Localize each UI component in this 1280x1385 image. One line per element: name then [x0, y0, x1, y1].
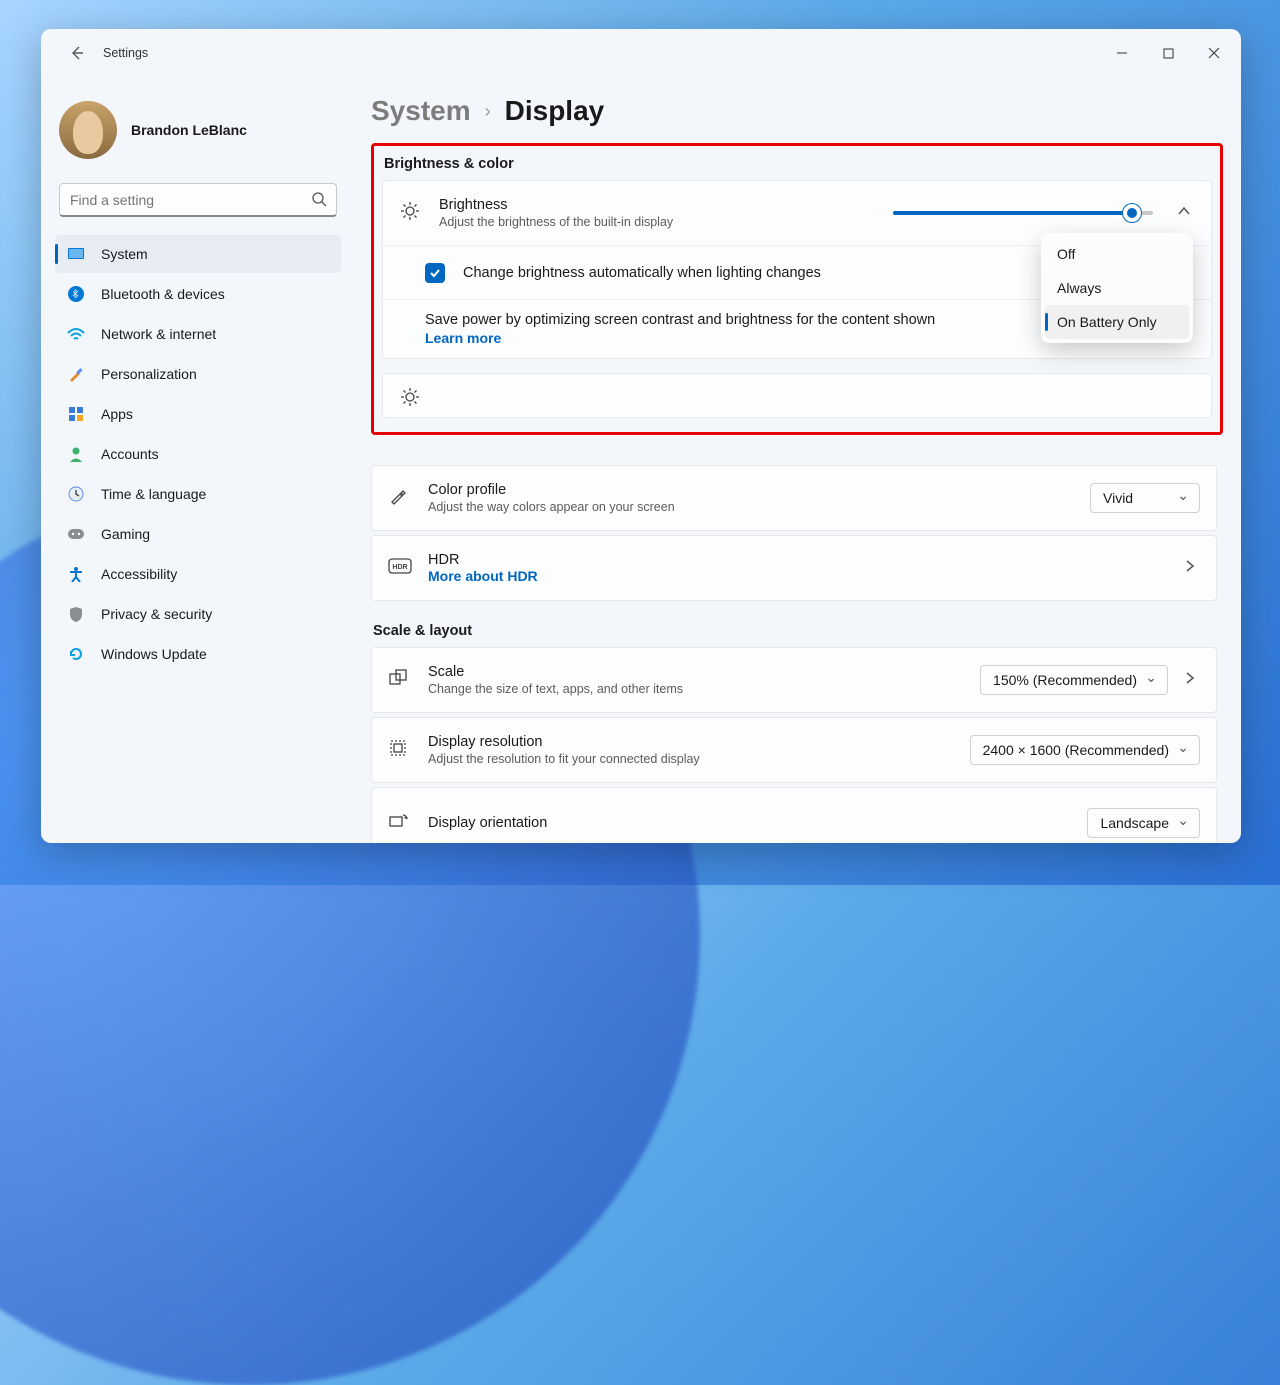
sun-icon: [399, 200, 421, 227]
chevron-right-icon: ›: [485, 101, 491, 122]
breadcrumb-current: Display: [505, 95, 605, 127]
color-profile-select[interactable]: Vivid: [1090, 483, 1200, 513]
sidebar-item-label: Windows Update: [101, 646, 207, 662]
hdr-card[interactable]: HDR HDR More about HDR: [371, 535, 1217, 601]
sidebar-item-accessibility[interactable]: Accessibility: [55, 555, 341, 593]
color-profile-sub: Adjust the way colors appear on your scr…: [428, 500, 1072, 514]
main-content: System › Display Brightness & color Brig…: [351, 77, 1241, 843]
color-profile-title: Color profile: [428, 482, 1072, 498]
dropdown-item-always[interactable]: Always: [1045, 271, 1189, 305]
brush-icon: [67, 365, 85, 383]
slider-thumb[interactable]: [1123, 204, 1141, 222]
sidebar-item-network[interactable]: Network & internet: [55, 315, 341, 353]
hdr-link[interactable]: More about HDR: [428, 568, 1162, 584]
settings-window: Settings Brandon LeBlanc System: [41, 29, 1241, 843]
sidebar-item-gaming[interactable]: Gaming: [55, 515, 341, 553]
sidebar-item-label: Personalization: [101, 366, 197, 382]
sidebar-item-label: Gaming: [101, 526, 150, 542]
resolution-sub: Adjust the resolution to fit your connec…: [428, 752, 952, 766]
orientation-select[interactable]: Landscape: [1087, 808, 1200, 838]
color-profile-card: Color profile Adjust the way colors appe…: [371, 465, 1217, 531]
back-button[interactable]: [57, 33, 97, 73]
sidebar-item-apps[interactable]: Apps: [55, 395, 341, 433]
sidebar-item-bluetooth[interactable]: Bluetooth & devices: [55, 275, 341, 313]
sidebar-item-label: System: [101, 246, 148, 262]
hdr-title: HDR: [428, 552, 1162, 568]
update-icon: [67, 645, 85, 663]
chevron-right-icon[interactable]: [1180, 667, 1200, 693]
breadcrumb-parent[interactable]: System: [371, 95, 471, 127]
search-icon: [311, 191, 327, 212]
sidebar-item-label: Accounts: [101, 446, 159, 462]
resolution-icon: [388, 738, 410, 763]
close-button[interactable]: [1191, 37, 1237, 69]
sidebar-item-system[interactable]: System: [55, 235, 341, 273]
dropdown-item-off[interactable]: Off: [1045, 237, 1189, 271]
accessibility-icon: [67, 565, 85, 583]
brightness-title: Brightness: [439, 197, 875, 213]
content-adaptive-dropdown: Off Always On Battery Only: [1041, 233, 1193, 343]
auto-brightness-checkbox[interactable]: [425, 263, 445, 283]
sidebar-item-label: Accessibility: [101, 566, 177, 582]
section-title-scale: Scale & layout: [373, 623, 1217, 639]
brightness-card: Brightness Adjust the brightness of the …: [382, 180, 1212, 359]
scale-title: Scale: [428, 664, 962, 680]
titlebar: Settings: [41, 29, 1241, 77]
scale-icon: [388, 668, 410, 693]
search-wrap: [59, 183, 337, 217]
sidebar-item-update[interactable]: Windows Update: [55, 635, 341, 673]
clock-icon: [67, 485, 85, 503]
sidebar-item-time-language[interactable]: Time & language: [55, 475, 341, 513]
orientation-card: Display orientation Landscape: [371, 787, 1217, 843]
system-icon: [67, 245, 85, 263]
scale-select[interactable]: 150% (Recommended): [980, 665, 1168, 695]
orientation-icon: [388, 813, 410, 834]
eyedropper-icon: [388, 486, 410, 511]
back-arrow-icon: [69, 45, 85, 61]
resolution-select[interactable]: 2400 × 1600 (Recommended): [970, 735, 1200, 765]
profile-name: Brandon LeBlanc: [131, 122, 247, 138]
highlighted-region: Brightness & color Brightness Adjust the…: [371, 143, 1223, 435]
search-input[interactable]: [59, 183, 337, 217]
avatar: [59, 101, 117, 159]
hdr-icon: HDR: [388, 558, 410, 579]
scale-sub: Change the size of text, apps, and other…: [428, 682, 962, 696]
night-light-card-partial[interactable]: [382, 373, 1212, 418]
svg-text:HDR: HDR: [392, 564, 407, 571]
app-title: Settings: [103, 46, 148, 60]
orientation-title: Display orientation: [428, 815, 1069, 831]
profile[interactable]: Brandon LeBlanc: [55, 85, 341, 177]
breadcrumb: System › Display: [371, 87, 1217, 143]
sidebar-item-label: Privacy & security: [101, 606, 212, 622]
sidebar-item-accounts[interactable]: Accounts: [55, 435, 341, 473]
scale-card: Scale Change the size of text, apps, and…: [371, 647, 1217, 713]
window-controls: [1099, 37, 1237, 69]
brightness-slider[interactable]: [893, 211, 1153, 215]
shield-icon: [67, 605, 85, 623]
section-title-brightness: Brightness & color: [384, 156, 1212, 172]
sidebar-item-label: Network & internet: [101, 326, 216, 342]
resolution-title: Display resolution: [428, 734, 952, 750]
maximize-button[interactable]: [1145, 37, 1191, 69]
sidebar-item-label: Bluetooth & devices: [101, 286, 225, 302]
sidebar-item-label: Apps: [101, 406, 133, 422]
apps-icon: [67, 405, 85, 423]
accounts-icon: [67, 445, 85, 463]
sidebar-item-personalization[interactable]: Personalization: [55, 355, 341, 393]
wifi-icon: [67, 325, 85, 343]
sidebar-item-label: Time & language: [101, 486, 206, 502]
sidebar-item-privacy[interactable]: Privacy & security: [55, 595, 341, 633]
bluetooth-icon: [67, 285, 85, 303]
dropdown-item-on-battery[interactable]: On Battery Only: [1045, 305, 1189, 339]
chevron-up-icon[interactable]: [1173, 200, 1195, 227]
minimize-button[interactable]: [1099, 37, 1145, 69]
resolution-card: Display resolution Adjust the resolution…: [371, 717, 1217, 783]
gaming-icon: [67, 525, 85, 543]
slider-fill: [893, 211, 1132, 215]
sidebar: Brandon LeBlanc System Bluetooth & devic…: [41, 77, 351, 843]
night-light-icon: [399, 386, 421, 413]
brightness-sub: Adjust the brightness of the built-in di…: [439, 215, 875, 229]
chevron-right-icon[interactable]: [1180, 555, 1200, 581]
